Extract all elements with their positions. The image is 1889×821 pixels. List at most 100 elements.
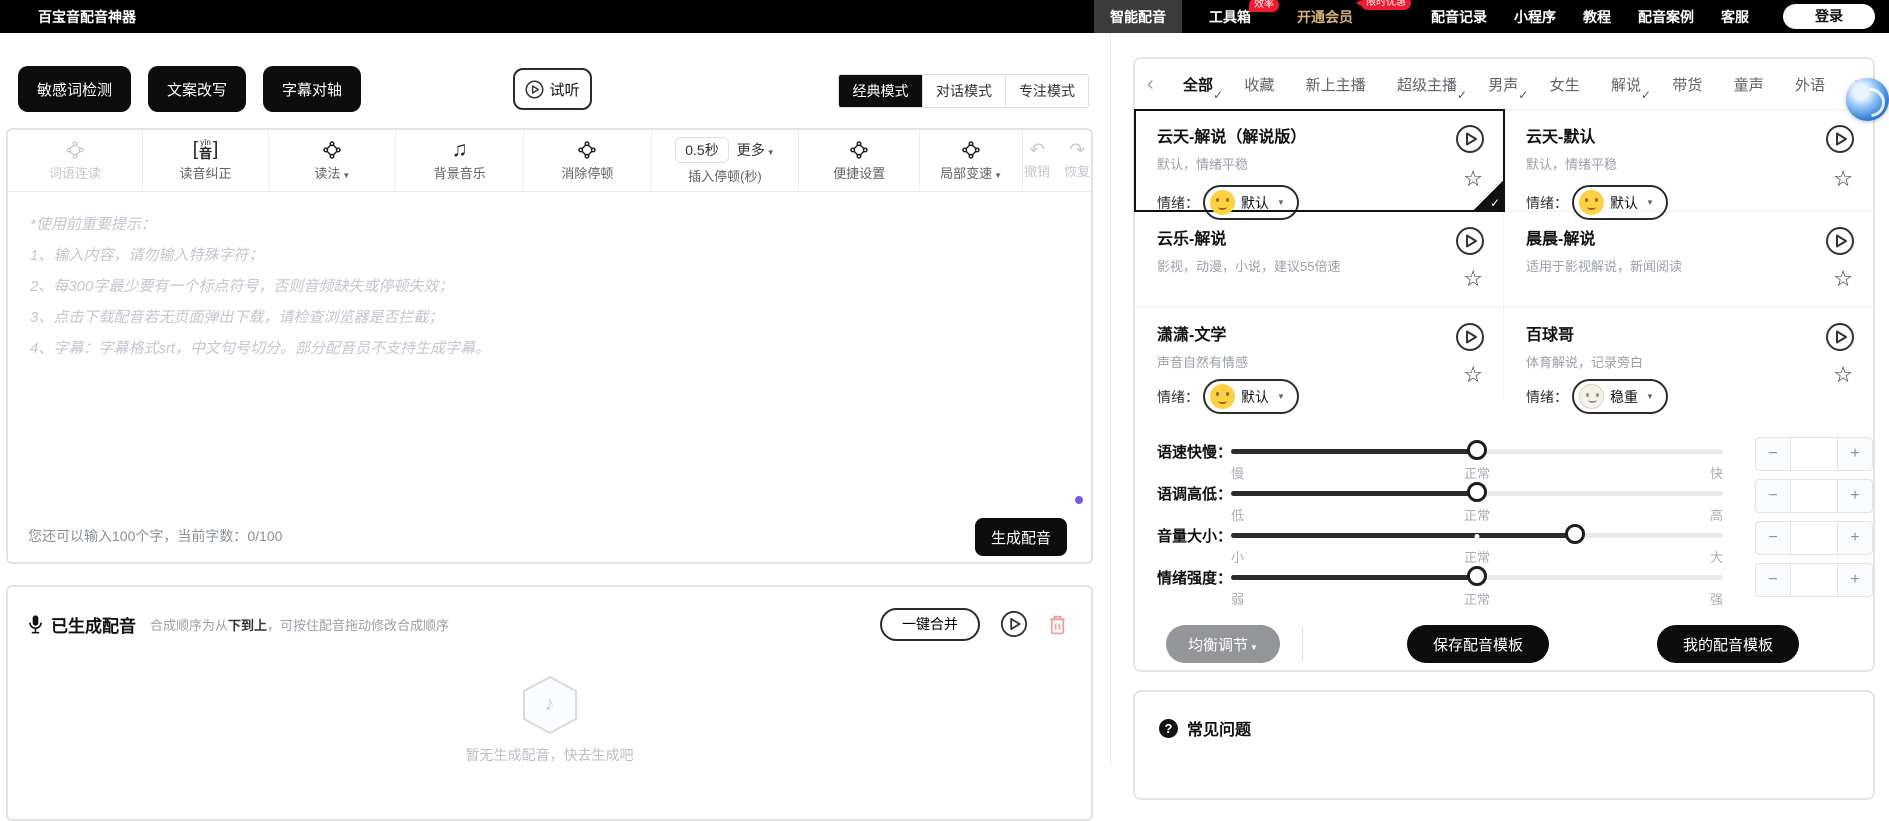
login-button[interactable]: 登录 <box>1783 4 1875 29</box>
voice-selector-panel: ‹ 全部 ✓ 收藏 新上主播 超级主播 ✓ 男声 ✓ 女生 解说 ✓ 带货 童声 外语 … <box>1133 57 1875 672</box>
drag-handle-dot[interactable] <box>1075 496 1083 504</box>
voice-card-yuntian-moren[interactable]: 云天-默认 默认，情绪平稳 情绪： 默认 ▼ ☆ <box>1504 110 1873 220</box>
volume-slider-track[interactable] <box>1231 524 1723 544</box>
minus-button[interactable]: − <box>1755 479 1791 513</box>
music-note-icon: ♫ <box>451 137 468 161</box>
save-template-button[interactable]: 保存配音模板 <box>1407 625 1549 663</box>
nav-item-toolbox[interactable]: 工具箱 效率 <box>1209 0 1279 33</box>
emotion-slider-handle[interactable] <box>1467 566 1487 586</box>
voice-card-yunle-jieshuo[interactable]: 云乐-解说 影视，动漫，小说，建议55倍速 ☆ <box>1135 212 1504 307</box>
nav-item-customer-service[interactable]: 客服 <box>1721 0 1749 33</box>
copy-rewrite-button[interactable]: 文案改写 <box>148 66 247 112</box>
tool-word-liaison[interactable]: 词语连读 <box>8 130 143 191</box>
emotion-value-input[interactable] <box>1791 563 1837 597</box>
emotion-dropdown[interactable]: 稳重 ▼ <box>1572 379 1668 414</box>
voice-card-chenchen-jieshuo[interactable]: 晨晨-解说 适用于影视解说，新闻阅读 ☆ <box>1504 212 1873 307</box>
floating-browser-logo[interactable] <box>1846 78 1889 121</box>
voice-card-baiqiuge[interactable]: 百球哥 体育解说，记录旁白 情绪： 稳重 ▼ ☆ <box>1504 308 1873 414</box>
pitch-slider-track[interactable] <box>1231 482 1723 502</box>
voice-play-button[interactable] <box>1455 226 1485 256</box>
merge-all-button[interactable]: 一键合并 <box>880 607 980 641</box>
check-icon: ✓ <box>1518 87 1529 102</box>
category-narration[interactable]: 解说 ✓ <box>1609 74 1651 102</box>
category-all[interactable]: 全部 ✓ <box>1181 74 1223 102</box>
tool-background-music[interactable]: ♫ 背景音乐 <box>396 130 524 191</box>
pitch-slider-handle[interactable] <box>1467 482 1487 502</box>
plus-button[interactable]: + <box>1837 563 1873 597</box>
category-favorites[interactable]: 收藏 <box>1242 74 1276 95</box>
favorite-star-icon[interactable]: ☆ <box>1833 168 1853 190</box>
balance-adjust-dropdown[interactable]: 均衡调节 ▼ <box>1166 625 1280 663</box>
category-super-hosts[interactable]: 超级主播 ✓ <box>1395 74 1467 102</box>
my-templates-button[interactable]: 我的配音模板 <box>1657 625 1799 663</box>
faq-panel: ? 常见问题 <box>1133 690 1875 800</box>
script-text-input[interactable] <box>8 193 1091 493</box>
favorite-star-icon[interactable]: ☆ <box>1833 268 1853 290</box>
diamond-icon <box>577 140 597 160</box>
speed-slider-handle[interactable] <box>1467 440 1487 460</box>
nav-item-tutorial[interactable]: 教程 <box>1583 0 1611 33</box>
mode-tabs: 经典模式 对话模式 专注模式 <box>838 74 1089 108</box>
minus-button[interactable]: − <box>1755 437 1791 471</box>
undo-button[interactable]: ↶ 撤销 <box>1024 141 1050 180</box>
voice-play-button[interactable] <box>1825 226 1855 256</box>
tab-classic-mode[interactable]: 经典模式 <box>839 75 922 107</box>
favorite-star-icon[interactable]: ☆ <box>1833 364 1853 386</box>
nav-item-membership[interactable]: 开通会员 限时优惠 <box>1297 0 1411 33</box>
nav-item-smart-dubbing[interactable]: 智能配音 <box>1094 0 1182 33</box>
pause-duration-value[interactable]: 0.5秒 <box>675 136 729 163</box>
volume-value-input[interactable] <box>1791 521 1837 555</box>
category-foreign[interactable]: 外语 <box>1793 74 1827 95</box>
favorite-star-icon[interactable]: ☆ <box>1463 364 1483 386</box>
category-female-voice[interactable]: 女生 <box>1548 74 1582 95</box>
category-child-voice[interactable]: 童声 <box>1732 74 1766 95</box>
speed-value-input[interactable] <box>1791 437 1837 471</box>
nav-item-dubbing-cases[interactable]: 配音案例 <box>1638 0 1694 33</box>
sensitive-word-check-button[interactable]: 敏感词检测 <box>18 66 132 112</box>
tool-insert-pause: 0.5秒 更多 ▼ 插入停顿(秒) <box>652 130 800 191</box>
play-all-button[interactable] <box>1000 610 1028 638</box>
pause-more-dropdown[interactable]: 更多 ▼ <box>737 140 775 160</box>
voice-play-button[interactable] <box>1825 322 1855 352</box>
favorite-star-icon[interactable]: ☆ <box>1463 268 1483 290</box>
tab-focus-mode[interactable]: 专注模式 <box>1005 75 1088 107</box>
nav-item-dubbing-history[interactable]: 配音记录 <box>1431 0 1487 33</box>
category-new-hosts[interactable]: 新上主播 <box>1304 74 1368 95</box>
tab-dialogue-mode[interactable]: 对话模式 <box>922 75 1005 107</box>
emoji-face-icon <box>1579 384 1604 409</box>
subtitle-align-button[interactable]: 字幕对轴 <box>263 66 362 112</box>
speed-slider-track[interactable] <box>1231 440 1723 460</box>
tool-quick-settings[interactable]: 便捷设置 <box>799 130 921 191</box>
empty-hexagon-music-icon: ♪ <box>519 675 581 735</box>
voice-play-button[interactable] <box>1455 124 1485 154</box>
divider <box>1302 627 1303 661</box>
tool-local-speed[interactable]: 局部变速 ▼ <box>920 130 1024 191</box>
preview-listen-button[interactable]: 试听 <box>513 68 592 110</box>
category-ecommerce[interactable]: 带货 <box>1670 74 1704 95</box>
voice-card-yuntian-jieshuo[interactable]: 云天-解说（解说版） 默认，情绪平稳 情绪： 默认 ▼ ☆ ✓ <box>1134 109 1505 220</box>
minus-button[interactable]: − <box>1755 563 1791 597</box>
app-title: 百宝音配音神器 <box>38 8 136 25</box>
plus-button[interactable]: + <box>1837 479 1873 513</box>
nav-item-mini-program[interactable]: 小程序 <box>1514 0 1556 33</box>
voice-card-xiaoxiao-wenxue[interactable]: 潇潇-文学 声音自然有情感 情绪： 默认 ▼ ☆ <box>1135 308 1504 414</box>
redo-button[interactable]: ↷ 恢复 <box>1064 141 1090 180</box>
generate-dubbing-button[interactable]: 生成配音 <box>975 518 1067 556</box>
voice-play-button[interactable] <box>1455 322 1485 352</box>
plus-button[interactable]: + <box>1837 521 1873 555</box>
voice-play-button[interactable] <box>1825 124 1855 154</box>
plus-button[interactable]: + <box>1837 437 1873 471</box>
tool-pronunciation-fix[interactable]: [ yīn 音 ] 读音纠正 <box>143 130 270 191</box>
pitch-value-input[interactable] <box>1791 479 1837 513</box>
minus-button[interactable]: − <box>1755 521 1791 555</box>
emotion-slider-track[interactable] <box>1231 566 1723 586</box>
emotion-dropdown[interactable]: 默认 ▼ <box>1203 379 1299 414</box>
generated-note: 合成顺序为从下到上，可按住配音拖动修改合成顺序 <box>150 617 450 633</box>
category-male-voice[interactable]: 男声 ✓ <box>1486 74 1528 102</box>
voice-card-grid: 云天-解说（解说版） 默认，情绪平稳 情绪： 默认 ▼ ☆ ✓ 云天-默认 默认，… <box>1134 109 1873 414</box>
chevron-left-icon[interactable]: ‹ <box>1147 73 1154 96</box>
trash-icon[interactable] <box>1048 614 1067 635</box>
tool-reading-style[interactable]: 读法 ▼ <box>269 130 397 191</box>
tool-remove-pause[interactable]: 消除停顿 <box>524 130 652 191</box>
volume-slider-handle[interactable] <box>1565 524 1586 544</box>
